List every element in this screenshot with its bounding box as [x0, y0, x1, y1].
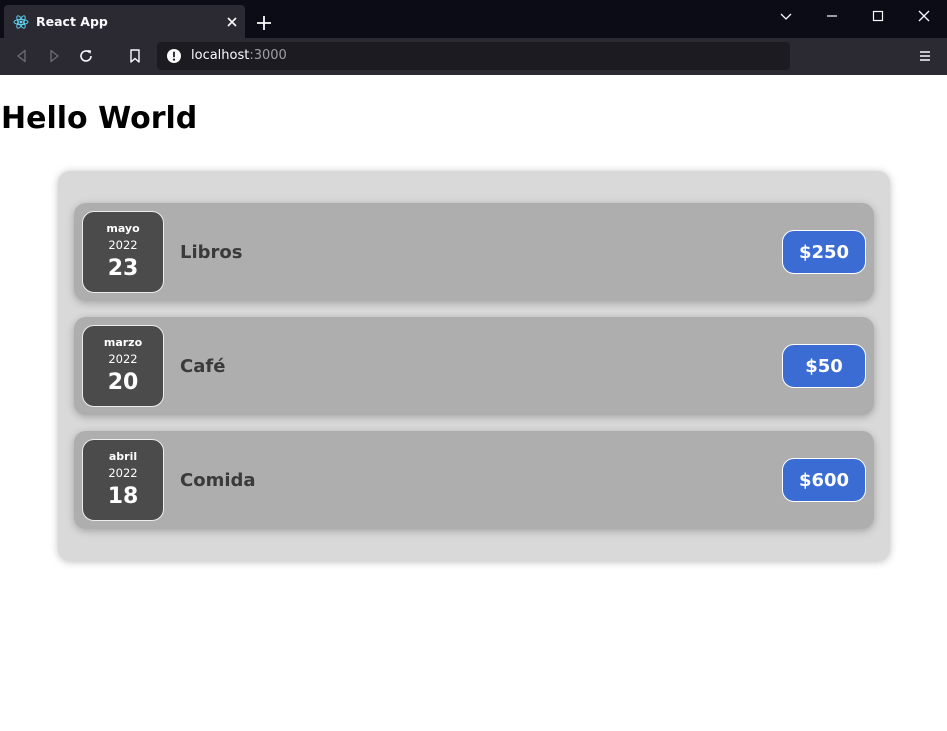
expense-date-year: 2022: [108, 352, 138, 366]
expense-date: marzo 2022 20: [82, 325, 164, 407]
new-tab-icon[interactable]: [255, 14, 273, 32]
tab-title: React App: [36, 14, 108, 29]
browser-navbar: localhost:3000: [0, 38, 947, 75]
page-viewport: Hello World mayo 2022 23 Libros $250 mar…: [0, 75, 947, 731]
expense-price-badge: $250: [782, 230, 866, 274]
close-window-icon[interactable]: [916, 8, 932, 24]
menu-icon[interactable]: [917, 48, 933, 64]
expense-title: Libros: [180, 242, 243, 263]
expense-date-month: marzo: [103, 336, 143, 349]
forward-icon[interactable]: [46, 48, 62, 64]
list-tabs-icon[interactable]: [778, 8, 794, 24]
expense-item: marzo 2022 20 Café $50: [74, 317, 874, 415]
expense-date: mayo 2022 23: [82, 211, 164, 293]
reload-icon[interactable]: [78, 48, 94, 64]
maximize-icon[interactable]: [870, 8, 886, 24]
page-title: Hello World: [1, 101, 198, 136]
minimize-icon[interactable]: [824, 8, 840, 24]
url-host: localhost: [191, 48, 250, 63]
expense-item: mayo 2022 23 Libros $250: [74, 203, 874, 301]
expense-title: Comida: [180, 470, 256, 491]
browser-tab[interactable]: React App: [4, 5, 245, 38]
expense-date-month: mayo: [106, 222, 140, 235]
expense-price-badge: $600: [782, 458, 866, 502]
expense-date-year: 2022: [108, 238, 138, 252]
expense-item: abril 2022 18 Comida $600: [74, 431, 874, 529]
url-port: :3000: [249, 48, 287, 63]
url-text: localhost:3000: [191, 48, 287, 63]
close-tab-icon[interactable]: [224, 14, 240, 30]
expense-date-day: 20: [107, 370, 139, 395]
expense-date-month: abril: [108, 450, 138, 463]
expense-date-year: 2022: [108, 466, 138, 480]
expense-title: Café: [180, 356, 226, 377]
address-bar[interactable]: localhost:3000: [157, 42, 790, 70]
react-icon: [13, 15, 29, 29]
site-info-icon[interactable]: [166, 48, 182, 64]
expense-date-day: 23: [107, 256, 139, 281]
expenses-list: mayo 2022 23 Libros $250 marzo 2022 20 C…: [58, 171, 890, 561]
expense-price-badge: $50: [782, 344, 866, 388]
back-icon[interactable]: [14, 48, 30, 64]
browser-titlebar: React App: [0, 0, 947, 38]
bookmark-icon[interactable]: [127, 48, 143, 64]
expense-date-day: 18: [107, 484, 139, 509]
expense-date: abril 2022 18: [82, 439, 164, 521]
